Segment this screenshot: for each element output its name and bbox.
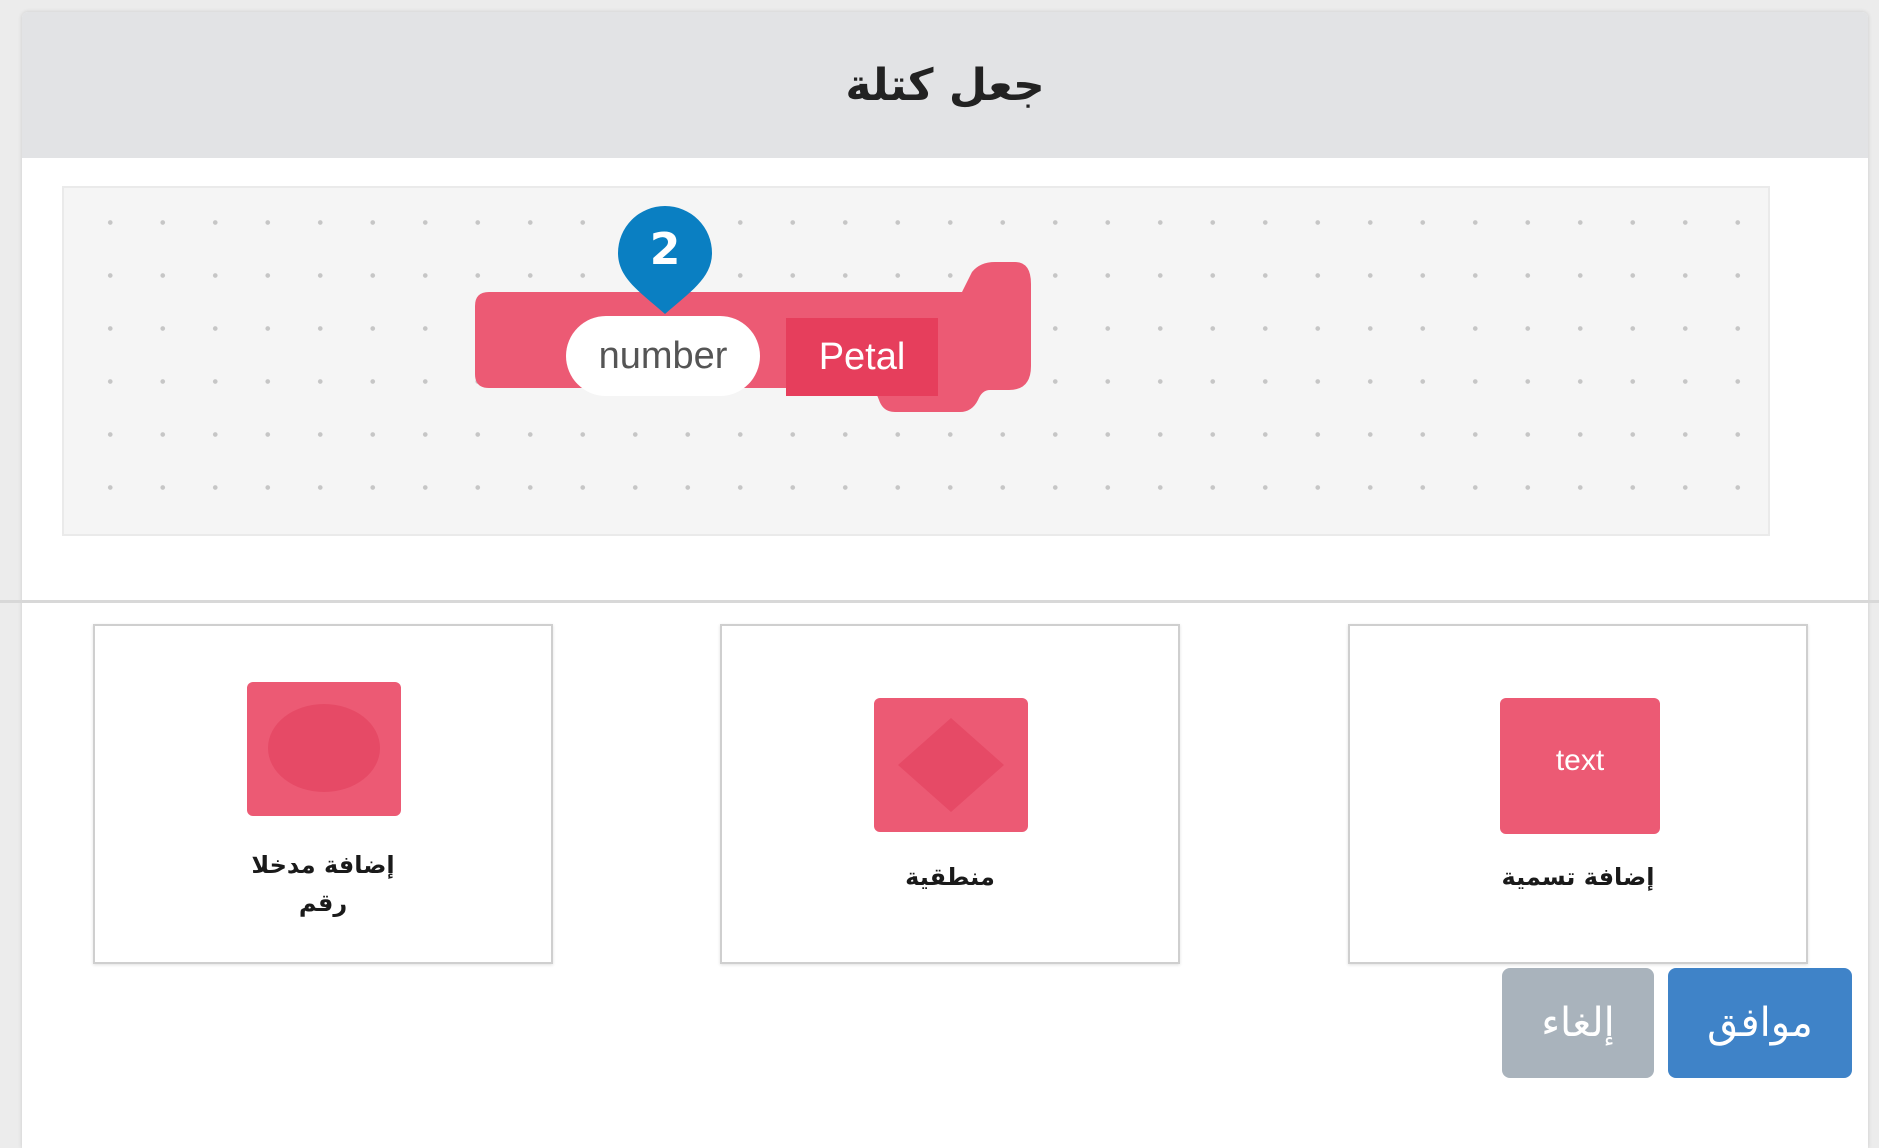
option-add-label[interactable]: text إضافة تسمية <box>1348 624 1808 964</box>
option-label-number-line2: رقم <box>298 889 348 917</box>
option-label-number-line1: إضافة مدخلا <box>251 851 395 879</box>
diamond-icon <box>874 698 1028 832</box>
cancel-button[interactable]: إلغاء <box>1502 968 1654 1078</box>
block-label-field[interactable]: Petal <box>786 318 938 396</box>
number-argument-pill[interactable]: number <box>566 316 760 396</box>
text-icon: text <box>1500 698 1660 834</box>
dialog-header: جعل كتلة <box>22 12 1868 158</box>
ok-button[interactable]: موافق <box>1668 968 1852 1078</box>
callout-number: 2 <box>649 223 681 275</box>
oval-icon <box>247 682 401 816</box>
option-label-boolean: منطقية <box>905 863 995 891</box>
dialog-divider <box>0 600 1879 603</box>
custom-block[interactable] <box>475 262 1075 472</box>
option-label-text: إضافة تسمية <box>1501 863 1655 891</box>
option-add-boolean-input[interactable]: منطقية <box>720 624 1180 964</box>
text-icon-label: text <box>1555 744 1605 777</box>
dialog-title: جعل كتلة <box>845 59 1045 111</box>
option-add-number-input[interactable]: إضافة مدخلا رقم <box>93 624 553 964</box>
